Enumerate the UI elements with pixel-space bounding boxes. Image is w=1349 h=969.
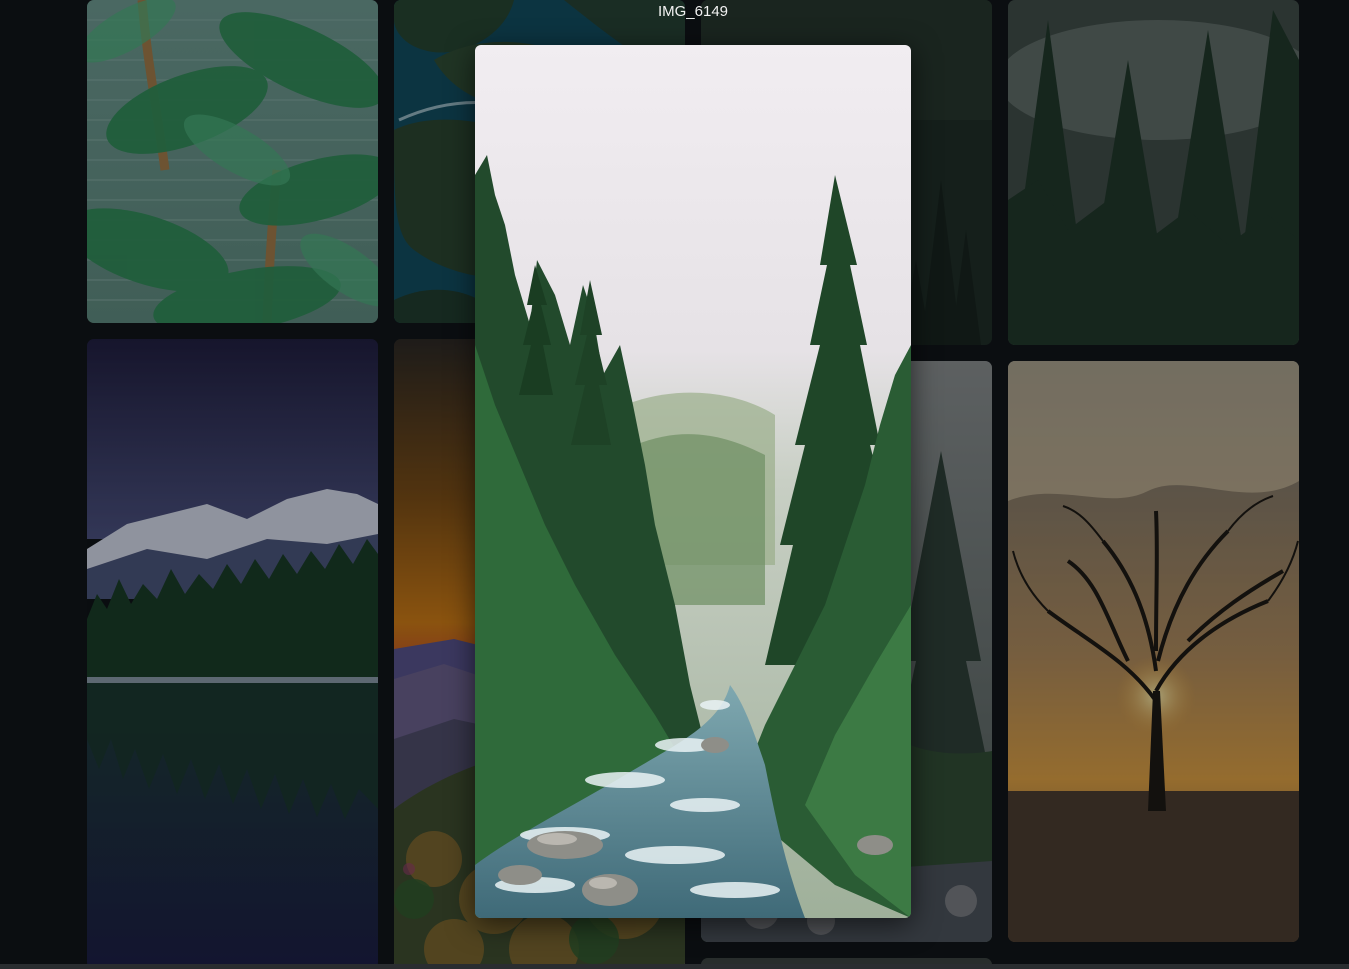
thumbnail-mountain-lake[interactable] <box>87 339 378 969</box>
thumbnail-sunset-tree[interactable] <box>1008 361 1299 942</box>
mountain-lake-photo-icon <box>87 339 378 969</box>
sunset-tree-photo-icon <box>1008 361 1299 942</box>
image-viewer[interactable] <box>475 45 911 918</box>
thumbnail-palm-leaves[interactable] <box>87 0 378 323</box>
gallery-stage: IMG_6149 <box>0 0 1349 969</box>
viewer-title: IMG_6149 <box>657 3 729 20</box>
forest-river-photo-icon <box>475 45 911 918</box>
palm-leaves-photo-icon <box>87 0 378 323</box>
bottom-scrollbar[interactable] <box>0 964 1349 969</box>
misty-pine-forest-photo-icon <box>1008 0 1299 345</box>
thumbnail-misty-pine-forest[interactable] <box>1008 0 1299 345</box>
